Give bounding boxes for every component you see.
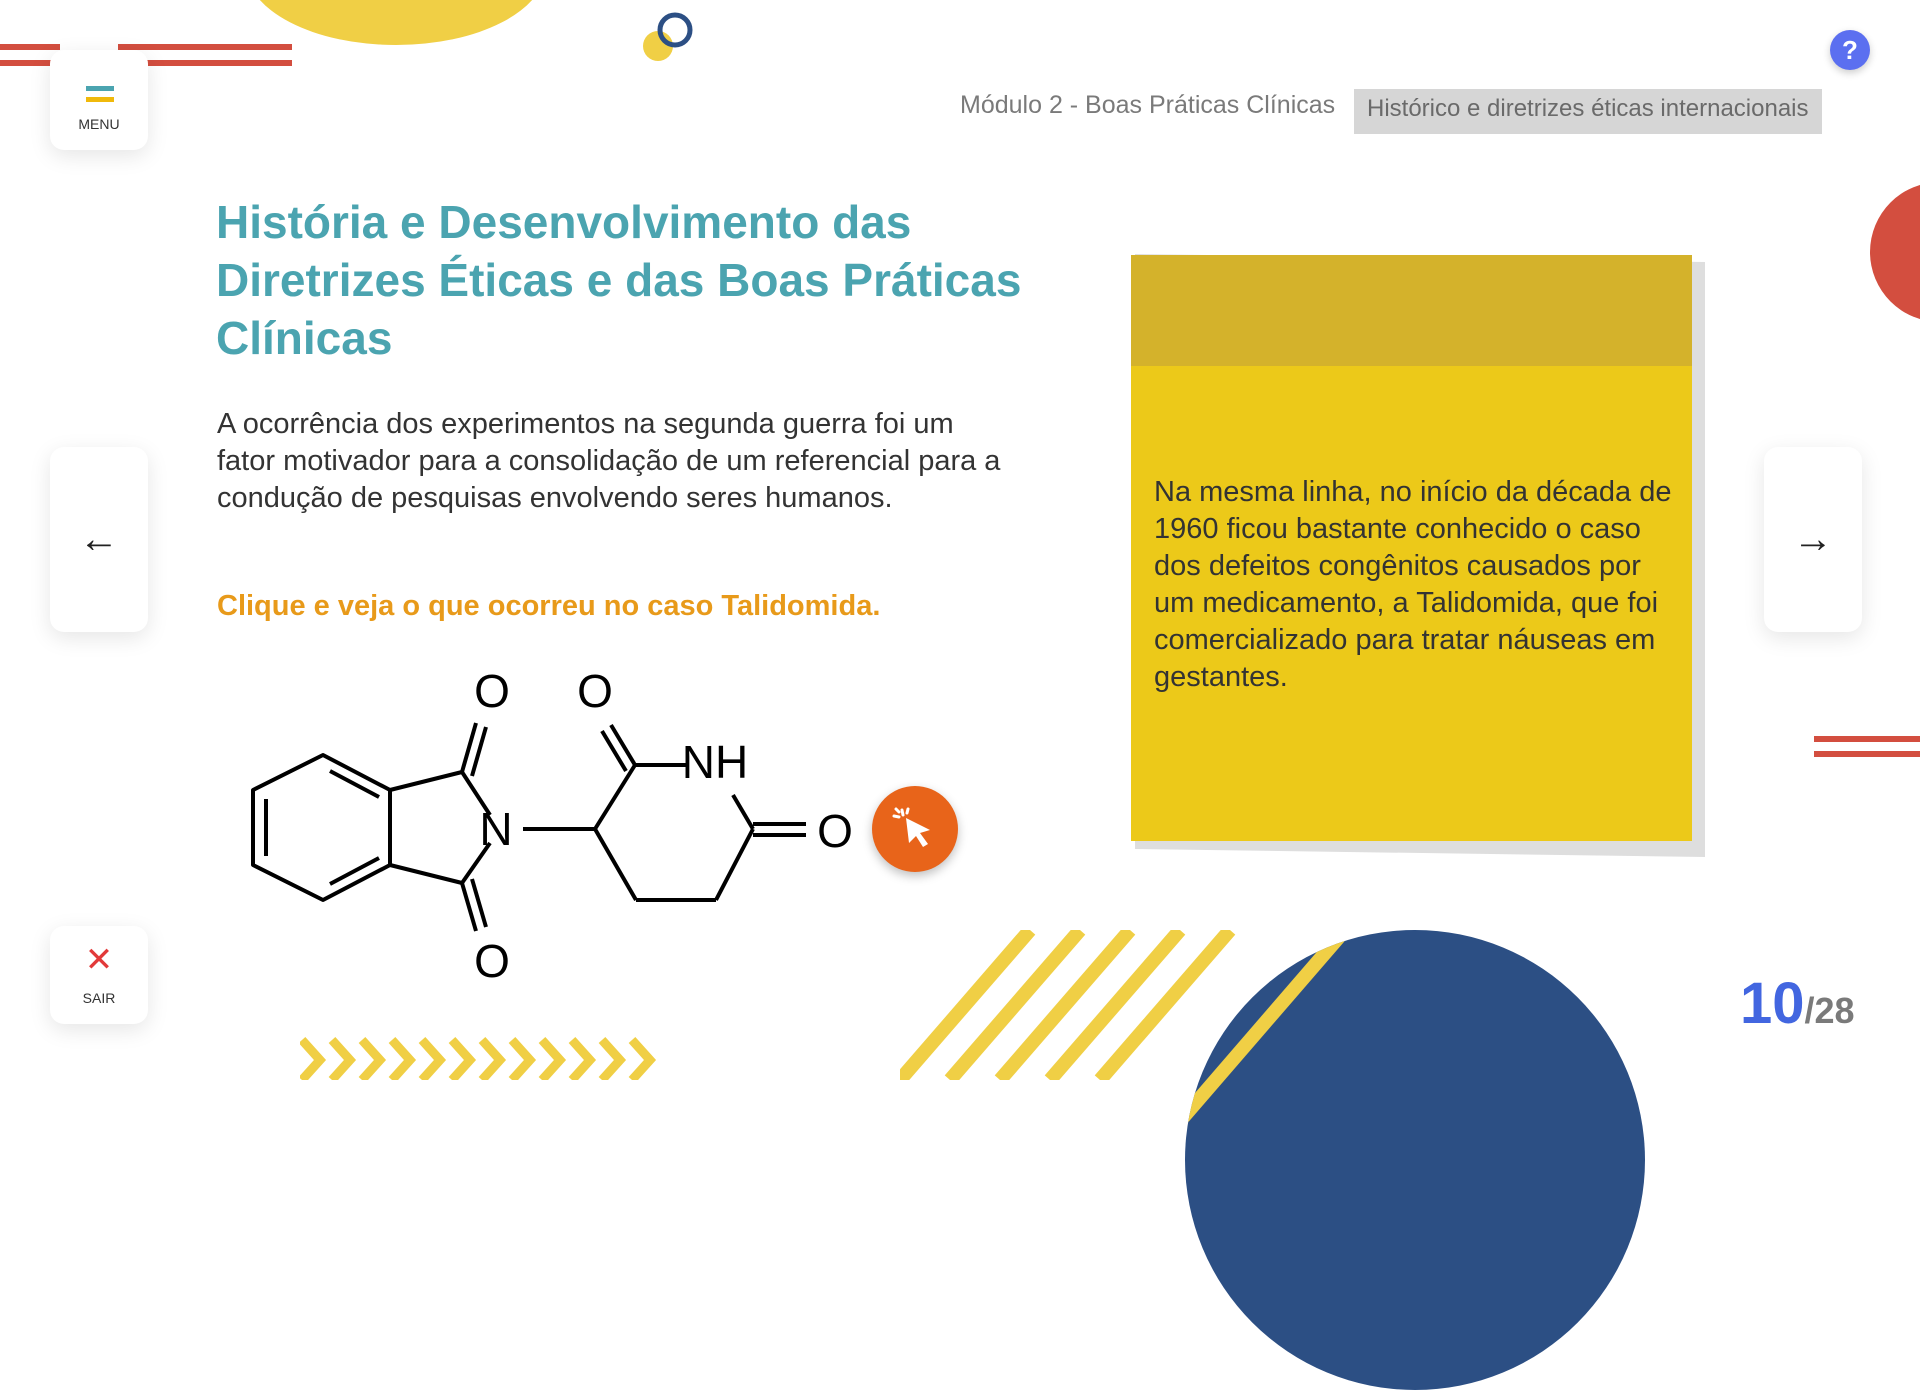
click-reveal-button[interactable] <box>872 786 958 872</box>
current-page-number: 10 <box>1740 971 1805 1036</box>
oxygen-label: O <box>577 665 613 717</box>
module-breadcrumb: Módulo 2 - Boas Práticas Clínicas <box>960 91 1336 119</box>
exit-label: SAIR <box>82 990 116 1006</box>
oxygen-label: O <box>474 935 510 987</box>
oxygen-label: O <box>474 665 510 717</box>
topic-tag: Histórico e diretrizes éticas internacio… <box>1354 89 1822 134</box>
page-counter: 10/28 <box>1740 970 1855 1037</box>
help-button[interactable]: ? <box>1830 30 1870 70</box>
arrow-right-icon: → <box>1793 517 1833 561</box>
thalidomide-cta-text: Clique e veja o que ocorreu no caso Tali… <box>217 590 881 622</box>
note-header <box>1131 255 1692 366</box>
decorative-yellow-chevrons <box>300 1036 657 1080</box>
decorative-small-circles <box>643 12 693 61</box>
total-pages: /28 <box>1804 990 1855 1031</box>
menu-button[interactable]: MENU <box>50 50 148 150</box>
next-page-button[interactable]: → <box>1764 447 1862 632</box>
thalidomide-molecule-image: O O N NH O O <box>251 665 853 987</box>
menu-icon <box>86 86 114 102</box>
oxygen-label: O <box>817 805 853 857</box>
decorative-red-circle <box>1870 182 1920 322</box>
previous-page-button[interactable]: ← <box>50 447 148 632</box>
note-text: Na mesma linha, no início da década de 1… <box>1154 476 1672 693</box>
nh-label: NH <box>682 736 748 788</box>
decorative-red-lines-right <box>1814 736 1920 757</box>
cursor-click-icon <box>892 807 930 847</box>
close-icon: ✕ <box>84 941 114 979</box>
decorative-yellow-circle <box>246 0 546 45</box>
page-title: História e Desenvolvimento das Diretrize… <box>216 196 1022 364</box>
body-paragraph: A ocorrência dos experimentos na segunda… <box>217 408 1001 514</box>
nitrogen-label: N <box>479 803 512 855</box>
exit-button[interactable]: ✕ SAIR <box>50 926 148 1024</box>
menu-label: MENU <box>78 116 120 132</box>
decorative-blue-circle <box>1185 930 1645 1390</box>
arrow-left-icon: ← <box>79 517 119 561</box>
